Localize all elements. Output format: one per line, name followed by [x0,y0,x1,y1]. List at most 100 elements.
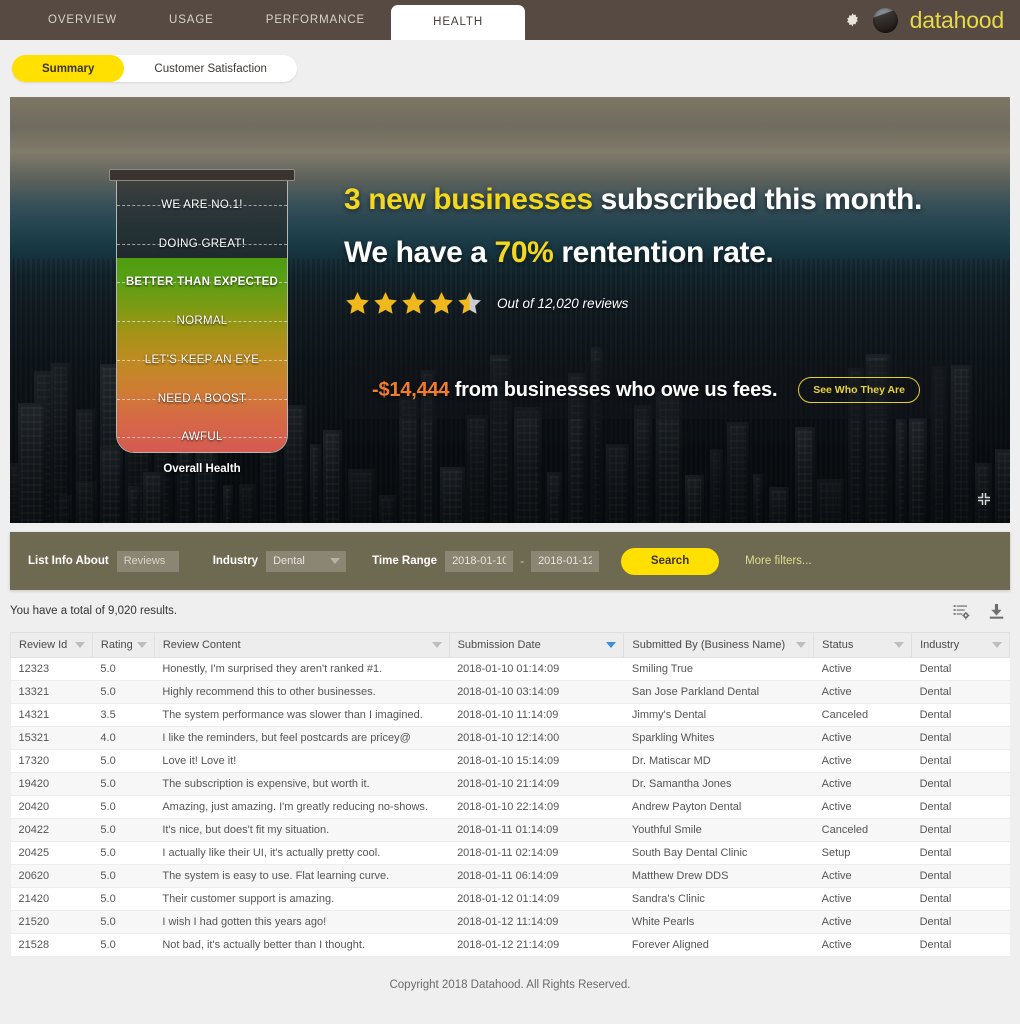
more-filters-link[interactable]: More filters... [745,555,811,567]
cell-review-id: 20420 [10,795,93,819]
table-row[interactable]: 20420 5.0 Amazing, just amazing. I'm great… [10,795,1010,819]
cell-submitted-by-business-name: San Jose Parkland Dental [623,680,814,704]
gauge-body: WE ARE NO.1! DOING GREAT! BETTER THAN EXPE… [116,181,288,453]
cell-submission-date: 2018-01-10 21:14:09 [449,772,624,796]
tab-performance[interactable]: PERFORMANCE [240,0,391,40]
table-row[interactable]: 15321 4.0 I like the reminders, but feel p… [10,726,1010,750]
table-row[interactable]: 21520 5.0 I wish I had gotten this years a… [10,910,1010,934]
cell-review-id: 20425 [10,841,93,865]
table-row[interactable]: 20425 5.0 I actually like their UI, it's a… [10,841,1010,865]
subtab-customer-satisfaction[interactable]: Customer Satisfaction [124,55,297,82]
cell-industry: Dental [911,749,1010,773]
table-row[interactable]: 13321 5.0 Highly recommend this to other b… [10,680,1010,704]
table-row[interactable]: 12323 5.0 Honestly, I'm surprised they are… [10,657,1010,681]
cell-rating: 5.0 [92,680,155,704]
cell-review-content: The subscription is expensive, but worth… [154,772,450,796]
collapse-fullscreen-icon[interactable] [976,491,992,507]
cell-submitted-by-business-name: Dr. Samantha Jones [623,772,814,796]
column-header-status[interactable]: Status [813,632,913,658]
tab-health[interactable]: HEALTH [391,5,526,40]
cell-review-id: 21520 [10,910,93,934]
cell-submitted-by-business-name: South Bay Dental Clinic [623,841,814,865]
cell-status: Active [813,864,912,888]
column-header-submission-date[interactable]: Submission Date [448,632,625,658]
search-button[interactable]: Search [621,547,720,575]
fee-message: -$14,444 from businesses who owe us fees… [372,379,778,402]
cell-industry: Dental [911,657,1010,681]
cell-status: Active [813,887,912,911]
cell-industry: Dental [911,772,1010,796]
results-count-text: You have a total of 9,020 results. [10,605,178,617]
table-row[interactable]: 19420 5.0 The subscription is expensive, b… [10,772,1010,796]
subtab-summary[interactable]: Summary [12,55,125,82]
table-row[interactable]: 21420 5.0 Their customer support is amazin… [10,887,1010,911]
hero-headline-1: 3 new businesses subscribed this month. [344,183,970,217]
table-row[interactable]: 21528 5.0 Not bad, it's actually better th… [10,933,1010,957]
gauge-level-5: LET'S KEEP AN EYE [144,353,260,366]
table-row[interactable]: 20422 5.0 It's nice, but does't fit my sit… [10,818,1010,842]
cell-submitted-by-business-name: Sandra's Clinic [623,887,814,911]
hero-headline-1-rest: subscribed this month. [592,183,923,216]
copyright-text: Copyright 2018 Datahood. All Rights Rese… [389,979,631,991]
table-row[interactable]: 17320 5.0 Love it! Love it! 2018-01-10 15:1… [10,749,1010,773]
table-row[interactable]: 20620 5.0 The system is easy to use. Flat … [10,864,1010,888]
sort-arrow-icon[interactable] [796,642,807,648]
date-from-input[interactable] [445,550,514,572]
cell-industry: Dental [911,818,1010,842]
column-settings-icon[interactable] [952,602,971,621]
top-navigation-bar: OVERVIEW USAGE PERFORMANCE HEALTH datahood [0,0,1020,40]
sort-arrow-icon[interactable] [992,642,1002,648]
industry-select-value: Dental [273,555,305,567]
gauge-title: Overall Health [163,463,241,475]
cell-submission-date: 2018-01-10 12:14:00 [449,726,624,750]
cell-submission-date: 2018-01-11 06:14:09 [449,864,624,888]
column-header-review-content[interactable]: Review Content [153,632,450,658]
download-icon[interactable] [987,602,1006,621]
main-tab-list: OVERVIEW USAGE PERFORMANCE HEALTH [22,0,526,40]
column-header-label: Review Content [162,639,241,651]
industry-select[interactable]: Dental [266,550,347,572]
gauge-level-1: WE ARE NO.1! [161,199,243,211]
sort-arrow-icon[interactable] [136,642,147,648]
avatar[interactable] [872,7,898,33]
tab-overview[interactable]: OVERVIEW [22,0,143,40]
cell-status: Setup [813,841,912,865]
cell-review-id: 20620 [10,864,93,888]
column-header-label: Review Id [19,639,68,651]
cell-submission-date: 2018-01-10 03:14:09 [449,680,624,704]
cell-review-content: I like the reminders, but feel postcards… [154,726,450,750]
list-info-input[interactable] [116,550,179,572]
cell-review-id: 19420 [10,772,93,796]
date-to-input[interactable] [531,550,600,572]
sub-tab-group: Summary Customer Satisfaction [12,55,297,82]
star-icon-4 [428,290,455,317]
cell-submission-date: 2018-01-10 15:14:09 [449,749,624,773]
column-header-review-id[interactable]: Review Id [10,632,93,658]
cell-review-id: 12323 [10,657,93,681]
gear-icon[interactable] [844,12,861,29]
sort-arrow-icon[interactable] [606,642,617,648]
top-right-controls: datahood [844,0,1004,40]
cell-industry: Dental [911,703,1010,727]
outstanding-fees-band: -$14,444 from businesses who owe us fees… [344,361,948,419]
table-row[interactable]: 14321 3.5 The system performance was slowe… [10,703,1010,727]
hero-banner: WE ARE NO.1! DOING GREAT! BETTER THAN EXPE… [10,97,1010,523]
cell-submitted-by-business-name: Dr. Matiscar MD [623,749,814,773]
cell-status: Canceled [813,703,912,727]
column-header-rating[interactable]: Rating [91,632,155,658]
cell-rating: 5.0 [92,933,155,957]
cell-submission-date: 2018-01-10 11:14:09 [449,703,624,727]
cell-submission-date: 2018-01-10 01:14:09 [449,657,624,681]
cell-rating: 3.5 [92,703,155,727]
cell-industry: Dental [911,887,1010,911]
sort-arrow-icon[interactable] [894,642,905,648]
sort-arrow-icon[interactable] [74,642,85,648]
cell-industry: Dental [911,680,1010,704]
column-header-industry[interactable]: Industry [911,632,1010,658]
tab-usage[interactable]: USAGE [143,0,240,40]
see-who-they-are-button[interactable]: See Who They Are [798,377,920,403]
sort-arrow-icon[interactable] [431,642,442,648]
cell-review-content: I wish I had gotten this years ago! [154,910,450,934]
reviews-table-wrap: Review Id Rating Review Content Submission … [10,632,1010,957]
column-header-submitted-by-business-name[interactable]: Submitted By (Business Name) [623,632,815,658]
